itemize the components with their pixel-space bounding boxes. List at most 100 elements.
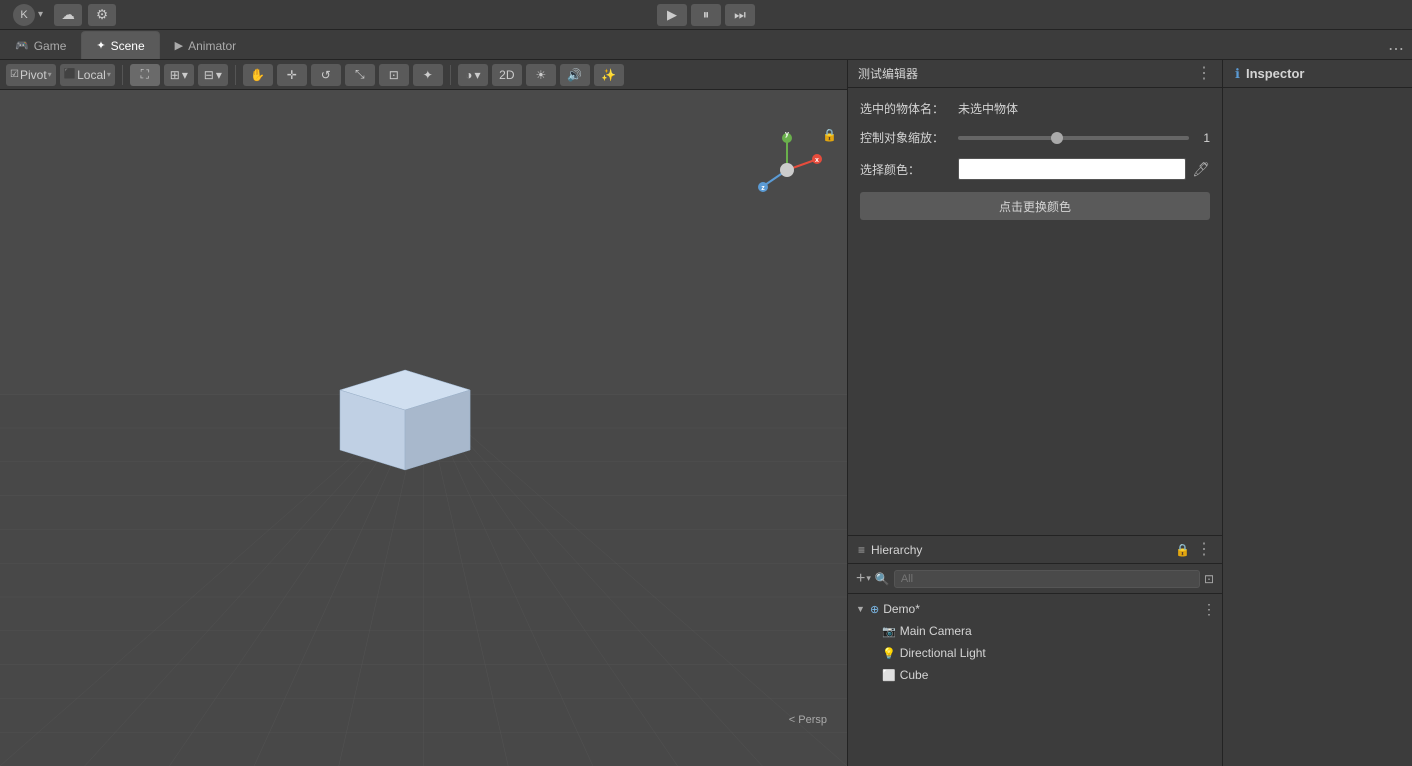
filter-icon: ⊡ — [1204, 572, 1214, 586]
selected-value: 未选中物体 — [958, 100, 1018, 117]
eyedropper-icon: 🖊 — [1192, 161, 1210, 177]
cloud-icon: ☁ — [61, 7, 74, 23]
eyedropper-button[interactable]: 🖊 — [1192, 161, 1210, 178]
hierarchy-item-directional-light[interactable]: 💡 Directional Light — [848, 642, 1222, 664]
hierarchy-panel-title: Hierarchy — [871, 543, 1169, 557]
lighting-button[interactable]: ☀ — [526, 64, 556, 86]
color-picker-box[interactable] — [958, 158, 1186, 180]
hierarchy-item-main-camera[interactable]: 📷 Main Camera — [848, 620, 1222, 642]
custom-icon: ✦ — [423, 68, 433, 82]
cube-obj-icon: ⬜ — [882, 669, 896, 682]
custom-tool-button[interactable]: ✦ — [413, 64, 443, 86]
grid-dropdown-arrow: ▾ — [216, 68, 222, 82]
scene-viewport[interactable]: ☑ Pivot ▾ ⬛ Local ▾ ⛶ ⊞ ▾ ⊟ ▾ — [0, 60, 847, 766]
audio-button[interactable]: 🔊 — [560, 64, 590, 86]
inspector-title: Inspector — [1246, 66, 1305, 81]
right-panel: 测试编辑器 ⋮ 选中的物体名： 未选中物体 控制对象缩放： 1 — [847, 60, 1222, 766]
scene-toolbar: ☑ Pivot ▾ ⬛ Local ▾ ⛶ ⊞ ▾ ⊟ ▾ — [0, 60, 847, 90]
scale-slider-thumb[interactable] — [1051, 132, 1063, 144]
hierarchy-panel-header: ≡ Hierarchy 🔒 ⋮ — [848, 536, 1222, 564]
tab-row: 🎮 Game ✦ Scene ▶ Animator ⋯ — [0, 30, 1412, 60]
local-dropdown-arrow: ▾ — [107, 70, 111, 79]
main-area: ☑ Pivot ▾ ⬛ Local ▾ ⛶ ⊞ ▾ ⊟ ▾ — [0, 60, 1412, 766]
rect-transform-icon: ⊡ — [389, 68, 399, 82]
move-tool-button[interactable]: ⛶ — [130, 64, 160, 86]
svg-text:x: x — [815, 157, 819, 164]
move-icon: ⛶ — [141, 67, 149, 82]
svg-text:y: y — [785, 131, 789, 138]
settings-button[interactable]: ⚙ — [88, 4, 116, 26]
scale-label: 控制对象缩放： — [860, 129, 950, 146]
hierarchy-search-input[interactable] — [894, 570, 1200, 588]
toolbar-sep-1 — [122, 65, 123, 85]
cloud-button[interactable]: ☁ — [54, 4, 82, 26]
scale-slider-track[interactable] — [958, 136, 1189, 140]
tab-scene[interactable]: ✦ Scene — [81, 31, 159, 59]
tab-game[interactable]: 🎮 Game — [0, 31, 81, 59]
animator-tab-label: Animator — [188, 39, 236, 53]
light-obj-icon: 💡 — [882, 647, 896, 660]
translate-button[interactable]: ✛ — [277, 64, 307, 86]
selected-label: 选中的物体名： — [860, 100, 950, 117]
settings-icon: ⚙ — [96, 7, 108, 23]
scene-gizmo[interactable]: y x z — [747, 130, 827, 210]
local-icon: ⬛ — [64, 69, 76, 80]
audio-icon: 🔊 — [567, 68, 582, 82]
hierarchy-lock-button[interactable]: 🔒 — [1175, 543, 1190, 557]
color-input-row: 🖊 — [958, 158, 1210, 180]
color-label: 选择颜色： — [860, 161, 950, 178]
change-color-button[interactable]: 点击更换颜色 — [860, 192, 1210, 220]
hierarchy-add-button[interactable]: + ▾ — [856, 570, 871, 588]
fx-button[interactable]: ✨ — [594, 64, 624, 86]
hierarchy-list: ▼ ⊕ Demo* ⋮ 📷 Main Camera 💡 Directional … — [848, 594, 1222, 766]
grid-svg — [0, 90, 847, 766]
cube-label: Cube — [900, 668, 929, 682]
light-label: Directional Light — [900, 646, 986, 660]
play-button[interactable]: ▶ — [657, 4, 687, 26]
selected-object-row: 选中的物体名： 未选中物体 — [860, 100, 1210, 117]
rotate-icon: ↺ — [321, 68, 331, 82]
toolbar-sep-2 — [235, 65, 236, 85]
camera-label: Main Camera — [900, 624, 972, 638]
hierarchy-toolbar: + ▾ 🔍 ⊡ — [848, 564, 1222, 594]
scene-more-button[interactable]: ⋮ — [1202, 601, 1216, 618]
hierarchy-filter-button[interactable]: ⊡ — [1204, 572, 1214, 586]
grid-btn[interactable]: ⊟ ▾ — [198, 64, 228, 86]
tab-animator[interactable]: ▶ Animator — [160, 31, 252, 59]
svg-text:z: z — [761, 185, 765, 192]
hierarchy-item-scene[interactable]: ▼ ⊕ Demo* ⋮ — [848, 598, 1222, 620]
lock-icon[interactable]: 🔒 — [822, 128, 837, 142]
top-toolbar: K ▾ ☁ ⚙ ▶ ⏸ ⏭ — [0, 0, 1412, 30]
scale-row: 控制对象缩放： 1 — [860, 129, 1210, 146]
rect-transform-button[interactable]: ⊡ — [379, 64, 409, 86]
pause-button[interactable]: ⏸ — [691, 4, 721, 26]
editor-content: 选中的物体名： 未选中物体 控制对象缩放： 1 选择颜色： — [848, 88, 1222, 535]
pivot-button[interactable]: ☑ Pivot ▾ — [6, 64, 56, 86]
add-icon: + — [856, 570, 865, 588]
hand-tool-button[interactable]: ✋ — [243, 64, 273, 86]
hierarchy-panel: ≡ Hierarchy 🔒 ⋮ + ▾ 🔍 ⊡ ▼ — [848, 536, 1222, 766]
local-button[interactable]: ⬛ Local ▾ — [60, 64, 115, 86]
2d-label: 2D — [499, 68, 514, 82]
scale-tool-button[interactable]: ⤡ — [345, 64, 375, 86]
2d-button[interactable]: 2D — [492, 64, 522, 86]
game-tab-label: Game — [34, 39, 67, 53]
hierarchy-item-cube[interactable]: ⬜ Cube — [848, 664, 1222, 686]
hierarchy-menu-button[interactable]: ⋮ — [1196, 542, 1212, 558]
step-button[interactable]: ⏭ — [725, 4, 755, 26]
inspector-panel: ℹ Inspector — [1222, 60, 1412, 766]
shading-dropdown-arrow: ▾ — [474, 68, 480, 82]
lighting-icon: ☀ — [535, 68, 546, 82]
rect-tool-button[interactable]: ⊞ ▾ — [164, 64, 194, 86]
editor-panel-title: 测试编辑器 — [858, 65, 1190, 82]
rotate-button[interactable]: ↺ — [311, 64, 341, 86]
tab-more-button[interactable]: ⋯ — [1380, 39, 1412, 59]
inspector-content — [1223, 88, 1412, 766]
editor-menu-button[interactable]: ⋮ — [1196, 66, 1212, 82]
account-dropdown[interactable]: K ▾ — [8, 2, 48, 28]
shading-button[interactable]: ◑ ▾ — [458, 64, 488, 86]
hierarchy-panel-icon: ≡ — [858, 543, 865, 557]
user-initial: K — [20, 9, 27, 21]
rect-icon: ⊞ — [170, 68, 180, 82]
pivot-dropdown-arrow: ▾ — [48, 70, 52, 79]
